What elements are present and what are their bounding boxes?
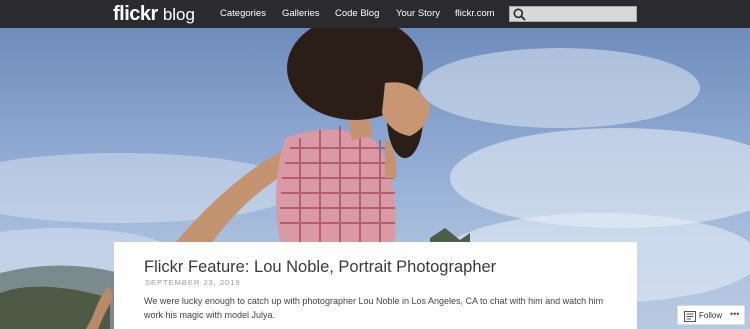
nav-link-code-blog[interactable]: Code Blog (335, 8, 379, 19)
logo-brand: flickr (113, 3, 158, 25)
logo-sub: blog (162, 5, 195, 24)
featured-post-card[interactable]: Flickr Feature: Lou Noble, Portrait Phot… (114, 242, 637, 329)
nav-link-your-story[interactable]: Your Story (396, 8, 440, 19)
nav-link-categories[interactable]: Categories (220, 8, 266, 19)
nav-link-galleries[interactable]: Galleries (282, 8, 320, 19)
nav-link-flickr-com[interactable]: flickr.com (455, 8, 495, 19)
more-options-button[interactable]: ••• (730, 309, 739, 319)
post-title[interactable]: Flickr Feature: Lou Noble, Portrait Phot… (144, 258, 496, 277)
follow-widget[interactable]: Follow ••• (677, 305, 745, 325)
follow-icon (684, 311, 696, 322)
search-box[interactable] (509, 6, 637, 22)
search-icon[interactable] (513, 8, 526, 21)
flickr-blog-logo[interactable]: flickr blog (113, 3, 195, 25)
top-navigation-bar: flickr blog Categories Galleries Code Bl… (0, 0, 750, 28)
search-input[interactable] (528, 7, 632, 21)
post-date: SEPTEMBER 23, 2019 (145, 278, 241, 287)
follow-button[interactable]: Follow (699, 311, 722, 320)
post-excerpt: We were lucky enough to catch up with ph… (144, 296, 604, 320)
